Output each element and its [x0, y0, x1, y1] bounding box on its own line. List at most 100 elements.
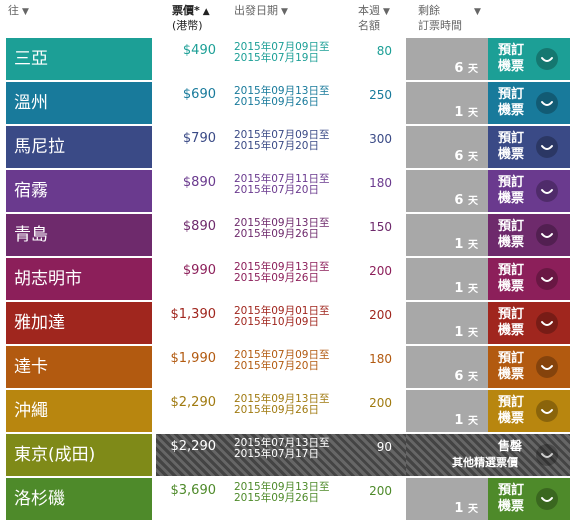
travel-dates: 2015年07月09日至 2015年07月19日 — [234, 42, 344, 64]
destination-cell[interactable]: 洛杉磯 — [6, 478, 152, 520]
smile-icon — [536, 444, 558, 466]
fare-currency-label: (港幣) — [172, 19, 203, 32]
date-to: 2015年07月19日 — [234, 52, 319, 64]
book-ticket-button[interactable]: 預訂機票 — [488, 302, 570, 344]
destination-cell[interactable]: 三亞 — [6, 38, 152, 80]
travel-dates: 2015年09月13日至 2015年09月26日 — [234, 218, 344, 240]
table-row[interactable]: 宿霧 $890 2015年07月11日至 2015年07月20日 180 6 天 預訂機票 — [6, 170, 570, 212]
destination-cell[interactable]: 胡志明市 — [6, 258, 152, 300]
book-ticket-label: 預訂機票 — [498, 87, 525, 118]
book-ticket-button[interactable]: 預訂機票 — [488, 126, 570, 168]
book-ticket-label: 預訂機票 — [498, 395, 525, 426]
date-to: 2015年07月20日 — [234, 360, 319, 372]
book-ticket-label: 預訂機票 — [498, 219, 525, 250]
smile-icon — [536, 488, 558, 510]
smile-icon — [536, 48, 558, 70]
days-unit: 天 — [468, 240, 478, 251]
table-row[interactable]: 青島 $890 2015年09月13日至 2015年09月26日 150 1 天 預訂機票 — [6, 214, 570, 256]
remaining-days: 1 天 — [454, 280, 478, 296]
fare-price: $2,290 — [170, 395, 217, 410]
travel-dates: 2015年09月13日至 2015年09月26日 — [234, 262, 344, 284]
destination-cell[interactable]: 雅加達 — [6, 302, 152, 344]
book-ticket-label: 預訂機票 — [498, 351, 525, 382]
destination-cell[interactable]: 沖繩 — [6, 390, 152, 432]
fare-price: $890 — [182, 175, 216, 190]
remaining-header[interactable]: 剩餘 ▼ 訂票時間 — [418, 4, 481, 32]
book-ticket-button[interactable]: 預訂機票 — [488, 82, 570, 124]
days-unit: 天 — [468, 108, 478, 119]
fare-price: $1,390 — [170, 307, 217, 322]
book-ticket-button[interactable]: 預訂機票 — [488, 258, 570, 300]
book-ticket-label: 預訂機票 — [498, 175, 525, 206]
quota-header[interactable]: 本週 ▼ 名額 — [358, 4, 390, 32]
weekly-quota: 90 — [376, 440, 392, 454]
other-fares-link[interactable]: 其他精選票價 — [452, 454, 518, 470]
table-row[interactable]: 胡志明市 $990 2015年09月13日至 2015年09月26日 200 1 天 預訂機… — [6, 258, 570, 300]
travel-dates: 2015年09月01日至 2015年10月09日 — [234, 306, 344, 328]
table-row[interactable]: 洛杉磯 $3,690 2015年09月13日至 2015年09月26日 200 1 天 預訂… — [6, 478, 570, 520]
days-value: 1 — [454, 237, 464, 252]
smile-icon — [536, 356, 558, 378]
remaining-days: 6 天 — [454, 60, 478, 76]
fares-table: 三亞 $490 2015年07月09日至 2015年07月19日 80 6 天預訂機票 溫州… — [6, 38, 570, 522]
table-row[interactable]: 溫州 $690 2015年09月13日至 2015年09月26日 250 1 天 預訂機票 — [6, 82, 570, 124]
weekly-quota: 180 — [369, 352, 392, 366]
smile-icon — [536, 136, 558, 158]
remaining-days: 1 天 — [454, 236, 478, 252]
weekly-quota: 200 — [369, 396, 392, 410]
book-ticket-button[interactable]: 預訂機票 — [488, 478, 570, 520]
destination-cell[interactable]: 溫州 — [6, 82, 152, 124]
table-row[interactable]: 東京(成田) $2,290 2015年07月13日至 2015年07月17日 90 售罄其… — [6, 434, 570, 476]
fare-price: $490 — [182, 43, 216, 58]
days-value: 6 — [454, 193, 464, 208]
days-unit: 天 — [468, 284, 478, 295]
date-to: 2015年09月26日 — [234, 96, 319, 108]
book-ticket-button[interactable]: 預訂機票 — [488, 38, 570, 80]
date-to: 2015年10月09日 — [234, 316, 319, 328]
travel-dates: 2015年09月13日至 2015年09月26日 — [234, 394, 344, 416]
remaining-time: 6 天 — [406, 126, 488, 168]
fare-header[interactable]: 票價* ▲ (港幣) — [172, 4, 210, 32]
travel-dates: 2015年09月13日至 2015年09月26日 — [234, 482, 344, 504]
destination-cell[interactable]: 達卡 — [6, 346, 152, 388]
table-row[interactable]: 三亞 $490 2015年07月09日至 2015年07月19日 80 6 天 預訂機票 — [6, 38, 570, 80]
days-unit: 天 — [468, 416, 478, 427]
book-ticket-button[interactable]: 預訂機票 — [488, 346, 570, 388]
days-value: 1 — [454, 281, 464, 296]
book-ticket-label: 預訂機票 — [498, 131, 525, 162]
travel-dates: 2015年07月09日至 2015年07月20日 — [234, 350, 344, 372]
book-ticket-button[interactable]: 預訂機票 — [488, 170, 570, 212]
days-unit: 天 — [468, 504, 478, 515]
smile-icon — [536, 180, 558, 202]
remaining-time: 1 天 — [406, 390, 488, 432]
destination-cell[interactable]: 東京(成田) — [6, 434, 152, 476]
destination-cell[interactable]: 宿霧 — [6, 170, 152, 212]
table-row[interactable]: 沖繩 $2,290 2015年09月13日至 2015年09月26日 200 1 天 預訂機… — [6, 390, 570, 432]
destination-cell[interactable]: 青島 — [6, 214, 152, 256]
destination-cell[interactable]: 馬尼拉 — [6, 126, 152, 168]
table-row[interactable]: 達卡 $1,990 2015年07月09日至 2015年07月20日 180 6 天 預訂機… — [6, 346, 570, 388]
book-ticket-label: 預訂機票 — [498, 307, 525, 338]
remaining-time: 1 天 — [406, 258, 488, 300]
dates-header[interactable]: 出發日期 ▼ — [234, 4, 288, 19]
date-to: 2015年07月17日 — [234, 448, 319, 460]
days-unit: 天 — [468, 196, 478, 207]
soldout-status[interactable]: 售罄 其他精選票價 — [406, 434, 570, 476]
book-ticket-button[interactable]: 預訂機票 — [488, 390, 570, 432]
days-value: 1 — [454, 105, 464, 120]
travel-dates: 2015年07月09日至 2015年07月20日 — [234, 130, 344, 152]
date-to: 2015年07月20日 — [234, 184, 319, 196]
fare-price: $990 — [182, 263, 216, 278]
fare-price: $690 — [182, 87, 216, 102]
remaining-time: 1 天 — [406, 82, 488, 124]
date-to: 2015年09月26日 — [234, 404, 319, 416]
table-row[interactable]: 雅加達 $1,390 2015年09月01日至 2015年10月09日 200 1 天 預訂… — [6, 302, 570, 344]
table-row[interactable]: 馬尼拉 $790 2015年07月09日至 2015年07月20日 300 6 天 預訂機票 — [6, 126, 570, 168]
smile-icon — [536, 312, 558, 334]
days-unit: 天 — [468, 328, 478, 339]
quota-header-label: 本週 — [358, 4, 380, 17]
book-ticket-label: 預訂機票 — [498, 43, 525, 74]
days-value: 6 — [454, 369, 464, 384]
book-ticket-button[interactable]: 預訂機票 — [488, 214, 570, 256]
destination-header[interactable]: 往 ▼ — [8, 4, 29, 19]
